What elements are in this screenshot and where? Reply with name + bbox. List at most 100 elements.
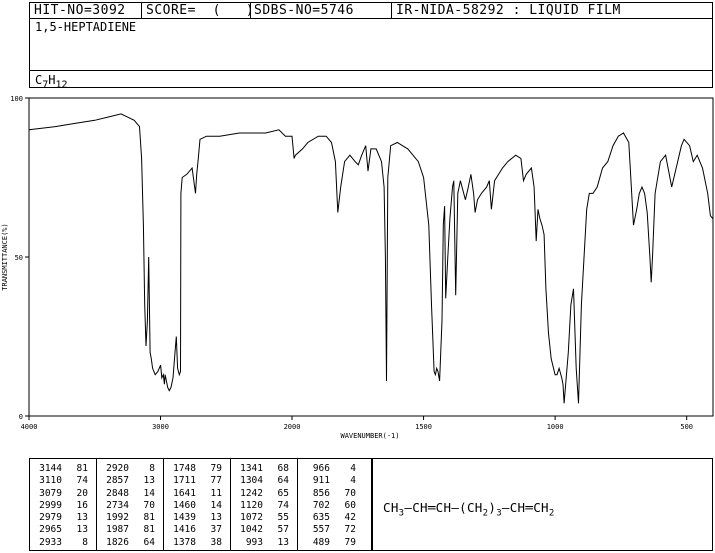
peak-row: 856 70 — [298, 488, 364, 500]
divider — [250, 3, 251, 18]
peak-column: 2920 8 2857 13 2848 14 2734 70 1992 81 1987 81 1826 6… — [97, 459, 163, 550]
peak-transmittance: 74 — [277, 499, 289, 511]
peak-row: 2920 8 — [97, 463, 163, 475]
peak-row: 1748 79 — [164, 463, 230, 475]
peak-row: 1992 81 — [97, 512, 163, 524]
peak-wavenumber: 1242 — [240, 487, 263, 499]
peak-wavenumber: 3079 — [39, 487, 62, 499]
peak-transmittance: 81 — [143, 512, 155, 524]
peak-row: 635 42 — [298, 512, 364, 524]
peak-wavenumber: 635 — [312, 512, 330, 524]
peak-wavenumber: 993 — [245, 536, 263, 548]
peak-column: 966 4 911 4 856 70 702 60 635 42 557 72 489 79 — [298, 459, 364, 550]
peak-wavenumber: 1120 — [240, 499, 263, 511]
header-bar: HIT-NO=3092 SCORE= ( ) SDBS-NO=5746 IR-N… — [29, 2, 713, 19]
structure-part: ) — [488, 500, 497, 515]
peak-row: 489 79 — [298, 537, 364, 549]
ir-spectrum-chart: 0 50 100 4000 3000 2000 1500 1000 500 WAVENUMBE… — [1, 95, 714, 440]
y-tick-label: 50 — [15, 254, 23, 262]
x-tick-label: 500 — [680, 423, 693, 431]
peak-row: 3110 74 — [30, 475, 96, 487]
peak-transmittance: 81 — [143, 524, 155, 536]
structure-part: —CH═CH — [501, 500, 549, 515]
peak-transmittance: 38 — [210, 536, 222, 548]
peak-wavenumber: 3144 — [39, 463, 62, 474]
peak-row: 1242 65 — [231, 488, 297, 500]
peak-row: 1341 68 — [231, 463, 297, 475]
ir-info: IR-NIDA-58292 : LIQUID FILM — [396, 3, 621, 18]
peak-wavenumber: 1416 — [173, 524, 196, 536]
x-tick-label: 1500 — [415, 423, 432, 431]
peak-wavenumber: 1072 — [240, 512, 263, 524]
peak-transmittance: 11 — [210, 487, 222, 499]
peak-wavenumber: 2933 — [39, 536, 62, 548]
peak-row: 966 4 — [298, 463, 364, 475]
peak-transmittance: 79 — [210, 463, 222, 474]
peak-transmittance: 13 — [210, 512, 222, 524]
peak-column: 3144 81 3110 74 3079 20 2999 16 2979 13 2965 13 2933… — [30, 459, 96, 550]
peak-row: 557 72 — [298, 524, 364, 536]
y-tick-label: 0 — [19, 413, 23, 421]
x-axis-label: WAVENUMBER(-1) — [340, 432, 399, 440]
peak-wavenumber: 2965 — [39, 524, 62, 536]
peak-row: 702 60 — [298, 500, 364, 512]
peak-transmittance: 14 — [210, 499, 222, 511]
peak-row: 1416 37 — [164, 524, 230, 536]
peak-row: 1120 74 — [231, 500, 297, 512]
peak-transmittance: 13 — [277, 536, 289, 548]
structure-part: CH — [383, 500, 399, 515]
peak-wavenumber: 1460 — [173, 499, 196, 511]
peak-transmittance: 65 — [277, 487, 289, 499]
peak-column: 1748 79 1711 77 1641 11 1460 14 1439 13 1416 37 1378… — [164, 459, 230, 550]
peak-transmittance: 37 — [210, 524, 222, 536]
peak-wavenumber: 1826 — [106, 536, 129, 548]
sdbs-number: SDBS-NO=5746 — [254, 3, 354, 18]
peak-wavenumber: 557 — [312, 524, 330, 536]
structure-part: —CH═CH—(CH — [404, 500, 483, 515]
peak-wavenumber: 3110 — [39, 475, 62, 487]
peak-wavenumber: 1304 — [240, 475, 263, 487]
y-tick-label: 100 — [10, 95, 23, 103]
score: SCORE= ( ) — [146, 3, 255, 18]
peak-row: 2857 13 — [97, 475, 163, 487]
x-tick-label: 3000 — [152, 423, 169, 431]
molecular-formula: C7H12 — [35, 73, 68, 90]
y-axis-ticks: 0 50 100 — [10, 95, 29, 421]
peak-transmittance: 4 — [350, 475, 356, 487]
peak-wavenumber: 2979 — [39, 512, 62, 524]
peak-table: 3144 81 3110 74 3079 20 2999 16 2979 13 2965 13 2933… — [29, 458, 372, 551]
peak-transmittance: 77 — [210, 475, 222, 487]
peak-transmittance: 64 — [277, 475, 289, 487]
peak-transmittance: 8 — [149, 463, 155, 474]
peak-row: 1826 64 — [97, 537, 163, 549]
peak-row: 3144 81 — [30, 463, 96, 475]
peak-wavenumber: 2734 — [106, 499, 129, 511]
peak-wavenumber: 1042 — [240, 524, 263, 536]
peak-row: 1042 57 — [231, 524, 297, 536]
x-tick-label: 1000 — [547, 423, 564, 431]
peak-row: 911 4 — [298, 475, 364, 487]
plot-frame — [28, 97, 714, 417]
peak-row: 2979 13 — [30, 512, 96, 524]
formula-box: C7H12 — [29, 70, 713, 90]
peak-transmittance: 64 — [143, 536, 155, 548]
peak-transmittance: 79 — [344, 536, 356, 548]
peak-wavenumber: 2848 — [106, 487, 129, 499]
peak-transmittance: 81 — [76, 463, 88, 474]
peak-transmittance: 13 — [76, 524, 88, 536]
peak-wavenumber: 1439 — [173, 512, 196, 524]
divider — [141, 3, 142, 18]
peak-wavenumber: 1341 — [240, 463, 263, 474]
peak-wavenumber: 2999 — [39, 499, 62, 511]
peak-row: 2965 13 — [30, 524, 96, 536]
peak-transmittance: 70 — [344, 487, 356, 499]
peak-wavenumber: 2920 — [106, 463, 129, 474]
peak-wavenumber: 1641 — [173, 487, 196, 499]
peak-row: 993 13 — [231, 537, 297, 549]
peak-wavenumber: 1987 — [106, 524, 129, 536]
peak-row: 1460 14 — [164, 500, 230, 512]
peak-wavenumber: 1378 — [173, 536, 196, 548]
peak-transmittance: 13 — [143, 475, 155, 487]
peak-wavenumber: 489 — [312, 536, 330, 548]
peak-transmittance: 16 — [76, 499, 88, 511]
